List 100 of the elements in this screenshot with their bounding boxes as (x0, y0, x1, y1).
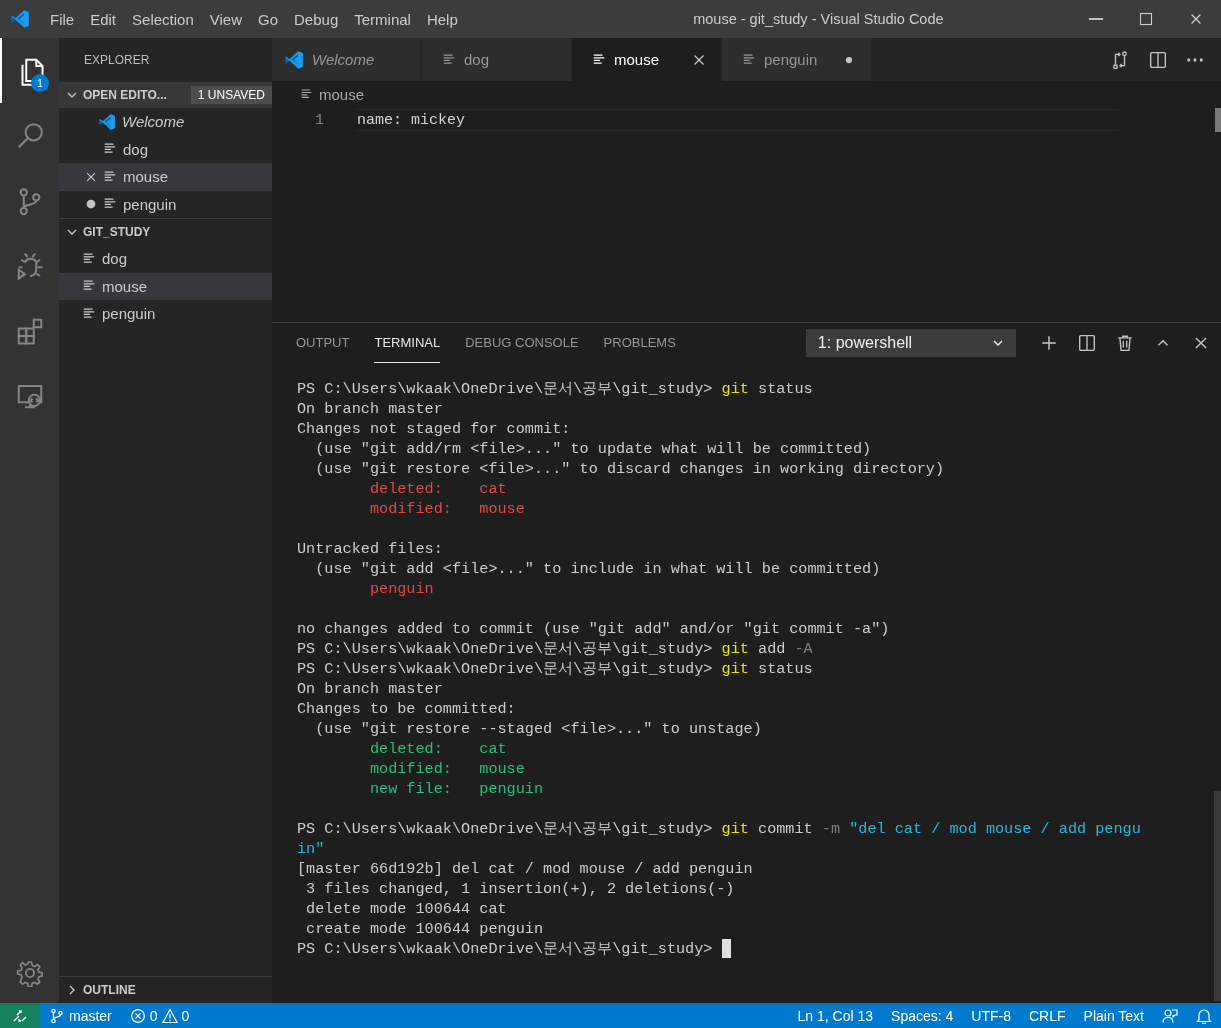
panel-tab[interactable]: OUTPUT (296, 323, 350, 363)
terminal-line: 3 files changed, 1 insertion(+), 2 deletions(-) (305, 879, 736, 899)
remote-button[interactable] (0, 1003, 40, 1028)
branch-icon (49, 1007, 65, 1024)
status-item[interactable]: Spaces: 4 (882, 1003, 963, 1028)
terminal-line: (use "git add <file>..." to include in what will be committed) (314, 559, 882, 579)
terminal-line: Untracked files: (297, 539, 444, 559)
bell-icon (1196, 1007, 1212, 1024)
status-item[interactable]: UTF-8 (962, 1003, 1020, 1028)
editor-tab[interactable]: mouse (572, 38, 722, 81)
section-title: GIT_STUDY (83, 225, 152, 239)
status-item[interactable]: Plain Text (1074, 1003, 1153, 1028)
terminal-line: PS C:\Users\wkaak\OneDrive\문서\공부\git_study> git commit -m "del cat / mod mouse / add pengu (297, 819, 1142, 839)
terminal-line: no changes added to commit (use "git add" and/or "git commit -a") (297, 619, 891, 639)
terminal-line: delete mode 100644 cat (305, 899, 508, 919)
terminal-line: On branch master (297, 679, 444, 699)
terminal-line: [master 66d192b] del cat / mod mouse / add penguin (297, 859, 754, 879)
file-icon (742, 52, 756, 67)
terminal-line: deleted: cat (368, 739, 508, 759)
terminal-line: (use "git add/rm <file>..." to update what will be committed) (314, 439, 873, 459)
warning-icon (161, 1007, 178, 1024)
file-label: mouse (102, 277, 148, 295)
feedback-icon (1162, 1007, 1178, 1024)
terminal-dropdown[interactable]: 1: powershell (805, 329, 1016, 357)
menu-item[interactable]: Edit (82, 10, 125, 28)
menu-item[interactable]: Help (418, 10, 466, 28)
problems-button[interactable]: 0 0 (120, 1003, 199, 1028)
editor-tab[interactable]: Welcome (272, 38, 422, 81)
line-number: 1 (314, 111, 324, 129)
trash-icon (1115, 334, 1134, 352)
terminal-line: new file: penguin (368, 779, 545, 799)
maximize-icon (1138, 11, 1154, 27)
more-icon (1187, 57, 1203, 62)
count-badge: 1 (31, 74, 49, 92)
terminal-line: modified: mouse (368, 499, 526, 519)
terminal-line: Changes to be committed: (297, 699, 517, 719)
explorer-entry[interactable]: penguin (59, 300, 272, 328)
minimize-icon (1089, 18, 1103, 20)
explorer-entry[interactable]: mouse (59, 272, 272, 300)
editor-tab[interactable]: dog (422, 38, 572, 81)
terminal-line: PS C:\Users\wkaak\OneDrive\문서\공부\git_study> git status (297, 379, 814, 399)
file-label: dog (123, 140, 149, 158)
menu-item[interactable]: View (201, 10, 250, 28)
section-header[interactable]: GIT_STUDY (59, 218, 272, 245)
terminal-line: (use "git restore --staged <file>..." to unstage) (314, 719, 763, 739)
explorer-entry[interactable]: dog (59, 245, 272, 273)
plus-icon (1039, 334, 1058, 352)
menu-item[interactable]: Go (250, 10, 286, 28)
scrollbar-thumb[interactable] (1214, 791, 1221, 1001)
compare-changes-icon (1111, 50, 1129, 69)
menu-item[interactable]: File (42, 10, 83, 28)
menu-item[interactable]: Terminal (346, 10, 419, 28)
terminal-line: (use "git restore <file>..." to discard changes in working directory) (314, 459, 946, 479)
terminal-line: deleted: cat (368, 479, 508, 499)
terminal-line: create mode 100644 penguin (305, 919, 545, 939)
breadcrumb-item[interactable]: mouse (319, 86, 365, 103)
panel-tab[interactable]: PROBLEMS (603, 323, 676, 363)
open-editor-item[interactable]: Welcome (59, 108, 272, 136)
file-icon (300, 88, 313, 101)
terminal-line: On branch master (297, 399, 444, 419)
panel-tab[interactable]: DEBUG CONSOLE (465, 323, 579, 363)
split-editor-icon (1149, 50, 1167, 69)
section-title: OUTLINE (83, 983, 137, 997)
open-editor-item[interactable]: dog (59, 135, 272, 163)
file-label: mouse (123, 168, 169, 186)
terminal-line: PS C:\Users\wkaak\OneDrive\문서\공부\git_study> (297, 940, 714, 958)
settings-icon (15, 959, 44, 987)
section-header[interactable]: OPEN EDITO... 1 UNSAVED (59, 82, 272, 108)
branch-button[interactable]: master (40, 1003, 121, 1028)
terminal-line: modified: mouse (368, 759, 526, 779)
file-label: Welcome (122, 113, 185, 131)
file-icon (103, 169, 117, 184)
remote-icon (12, 1007, 28, 1024)
panel-tab[interactable]: TERMINAL (374, 323, 441, 363)
menu-item[interactable]: Selection (124, 10, 202, 28)
status-item[interactable]: CRLF (1020, 1003, 1075, 1028)
file-label: dog (102, 250, 128, 268)
code-line: name: mickey (357, 109, 1118, 131)
scrollbar-thumb[interactable] (1215, 108, 1221, 132)
status-item[interactable]: Ln 1, Col 13 (788, 1003, 883, 1028)
sidebar-title: EXPLORER (83, 52, 151, 69)
code-logo-icon (98, 112, 116, 131)
unsaved-badge: 1 UNSAVED (190, 86, 272, 104)
section-title: OPEN EDITO... (83, 88, 168, 102)
open-editor-item[interactable]: mouse (59, 163, 272, 191)
terminal-line: PS C:\Users\wkaak\OneDrive\문서\공부\git_study> git add -A (297, 639, 814, 659)
terminal-line: in" (297, 839, 326, 859)
terminal-line: PS C:\Users\wkaak\OneDrive\문서\공부\git_study> git status (297, 659, 814, 679)
error-icon (129, 1007, 146, 1024)
terminal-line: Changes not staged for commit: (297, 419, 572, 439)
terminal-line: penguin (368, 579, 435, 599)
code-logo-icon (284, 49, 304, 70)
split-terminal-icon (1077, 334, 1096, 352)
file-icon (442, 52, 456, 67)
file-icon (592, 52, 606, 67)
editor-tab[interactable]: penguin (722, 38, 872, 81)
app-logo-icon (10, 9, 30, 29)
open-editor-item[interactable]: penguin (59, 190, 272, 218)
menu-item[interactable]: Debug (286, 10, 347, 28)
file-icon (82, 306, 96, 321)
